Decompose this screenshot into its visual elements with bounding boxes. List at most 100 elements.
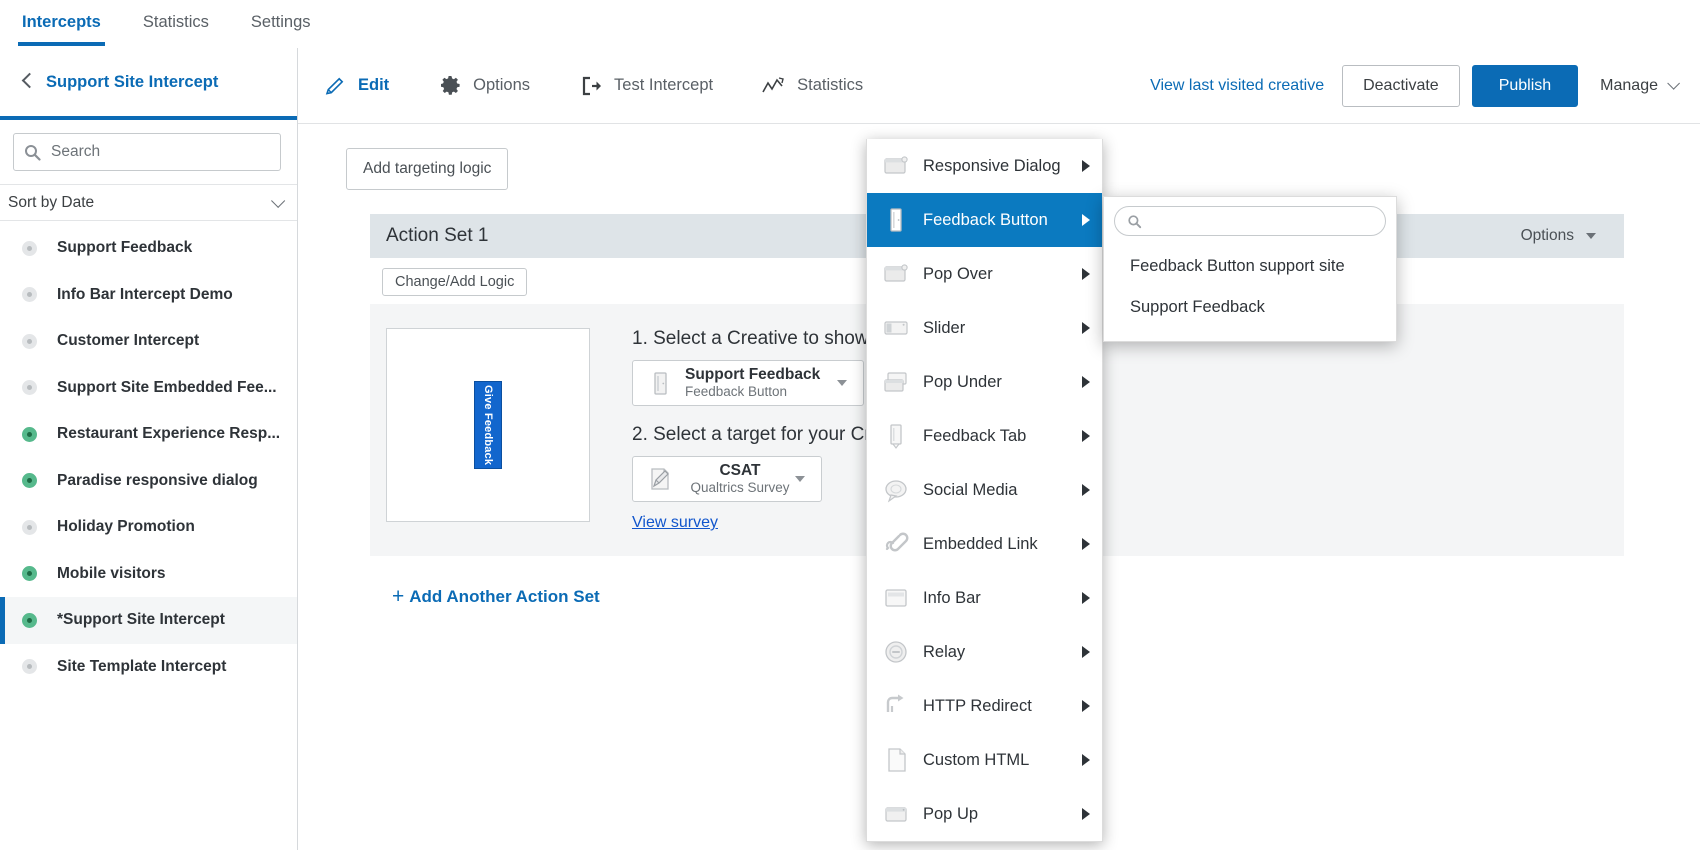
view-survey-link[interactable]: View survey <box>632 514 718 532</box>
add-another-action-set-link[interactable]: + Add Another Action Set <box>392 586 600 607</box>
sort-label: Sort by Date <box>8 194 94 212</box>
creative-selector[interactable]: Support Feedback Feedback Button <box>632 360 864 406</box>
toolbar-statistics[interactable]: Statistics <box>761 73 863 99</box>
toolbar-options[interactable]: Options <box>437 73 530 99</box>
list-item[interactable]: Site Template Intercept <box>0 644 297 691</box>
menu-item-label: Pop Up <box>923 805 978 824</box>
menu-item-slider[interactable]: Slider <box>867 301 1102 355</box>
submenu-arrow-icon <box>1082 484 1090 496</box>
list-item[interactable]: Restaurant Experience Resp... <box>0 411 297 458</box>
main-toolbar: Edit Options Test Intercept <box>298 48 1700 124</box>
list-item[interactable]: Mobile visitors <box>0 551 297 598</box>
submenu-item[interactable]: Feedback Button support site <box>1104 246 1396 287</box>
list-item[interactable]: Customer Intercept <box>0 318 297 365</box>
action-set-options-dropdown[interactable]: Options <box>1521 227 1624 245</box>
trend-line-icon <box>761 73 787 99</box>
submenu-list: Feedback Button support site Support Fee… <box>1104 246 1396 341</box>
status-dot-active <box>22 427 37 442</box>
manage-label: Manage <box>1600 77 1658 95</box>
change-add-logic-button[interactable]: Change/Add Logic <box>382 268 527 296</box>
submenu-arrow-icon <box>1082 538 1090 550</box>
submenu-search-field[interactable] <box>1114 206 1386 236</box>
tab-settings[interactable]: Settings <box>251 0 311 32</box>
action-set-options-label: Options <box>1521 227 1574 245</box>
list-item[interactable]: Info Bar Intercept Demo <box>0 272 297 319</box>
menu-item-label: Feedback Tab <box>923 427 1026 446</box>
manage-dropdown[interactable]: Manage <box>1600 77 1676 95</box>
submenu-search-input[interactable] <box>1148 212 1378 230</box>
submenu-arrow-icon <box>1082 160 1090 172</box>
feedback-button-icon <box>643 366 677 400</box>
sidebar-title[interactable]: Support Site Intercept <box>46 73 218 92</box>
menu-item-label: Relay <box>923 643 965 662</box>
sort-by-date-dropdown[interactable]: Sort by Date <box>0 184 297 221</box>
list-item[interactable]: Paradise responsive dialog <box>0 458 297 505</box>
toolbar-edit-label: Edit <box>358 76 389 95</box>
tab-statistics[interactable]: Statistics <box>143 0 209 32</box>
list-item-label: Info Bar Intercept Demo <box>57 286 233 304</box>
chevron-down-icon <box>1667 77 1680 90</box>
responsive-dialog-icon <box>881 151 911 181</box>
target-selector[interactable]: CSAT Qualtrics Survey <box>632 456 822 502</box>
menu-item-pop-up[interactable]: Pop Up <box>867 787 1102 841</box>
list-item-label: Holiday Promotion <box>57 518 195 536</box>
toolbar-edit[interactable]: Edit <box>322 73 389 99</box>
menu-item-pop-under[interactable]: Pop Under <box>867 355 1102 409</box>
menu-item-http-redirect[interactable]: HTTP Redirect <box>867 679 1102 733</box>
menu-item-pop-over[interactable]: Pop Over <box>867 247 1102 301</box>
list-item-label: Site Template Intercept <box>57 658 226 676</box>
creative-type-menu: Responsive Dialog Feedback Button Pop Ov… <box>866 139 1103 842</box>
gear-icon <box>437 73 463 99</box>
pencil-icon <box>322 73 348 99</box>
target-selector-type: Qualtrics Survey <box>690 480 789 496</box>
list-item-label: *Support Site Intercept <box>57 611 225 629</box>
submenu-arrow-icon <box>1082 268 1090 280</box>
add-another-action-set-label: Add Another Action Set <box>409 587 599 607</box>
deactivate-button[interactable]: Deactivate <box>1342 65 1460 107</box>
list-item[interactable]: Support Feedback <box>0 225 297 272</box>
list-item[interactable]: Support Site Embedded Fee... <box>0 365 297 412</box>
list-item-selected[interactable]: *Support Site Intercept <box>0 597 297 644</box>
toolbar-test-intercept[interactable]: Test Intercept <box>578 73 713 99</box>
toolbar-options-label: Options <box>473 76 530 95</box>
submenu-item[interactable]: Support Feedback <box>1104 287 1396 328</box>
submenu-arrow-icon <box>1082 808 1090 820</box>
publish-button[interactable]: Publish <box>1472 65 1578 107</box>
menu-item-responsive-dialog[interactable]: Responsive Dialog <box>867 139 1102 193</box>
list-item-label: Customer Intercept <box>57 332 199 350</box>
top-tab-bar: Intercepts Statistics Settings <box>0 0 1700 48</box>
add-targeting-logic-button[interactable]: Add targeting logic <box>346 148 508 190</box>
pop-up-icon <box>881 799 911 829</box>
intercept-list: Support Feedback Info Bar Intercept Demo… <box>0 221 297 690</box>
menu-item-label: Responsive Dialog <box>923 157 1061 176</box>
menu-item-label: Pop Over <box>923 265 993 284</box>
search-input[interactable] <box>49 142 229 162</box>
step-2-group: 2. Select a target for your Cr <box>632 424 871 532</box>
list-item-label: Paradise responsive dialog <box>57 472 258 490</box>
tab-intercepts[interactable]: Intercepts <box>22 0 101 32</box>
list-item-label: Restaurant Experience Resp... <box>57 425 280 443</box>
menu-item-label: Embedded Link <box>923 535 1038 554</box>
pop-over-icon <box>881 259 911 289</box>
submenu-arrow-icon <box>1082 430 1090 442</box>
search-field[interactable] <box>13 133 281 171</box>
view-last-visited-creative-link[interactable]: View last visited creative <box>1150 77 1324 95</box>
status-dot-inactive <box>22 520 37 535</box>
submenu-arrow-icon <box>1082 322 1090 334</box>
menu-item-feedback-button[interactable]: Feedback Button <box>867 193 1102 247</box>
status-dot-inactive <box>22 659 37 674</box>
submenu-arrow-icon <box>1082 592 1090 604</box>
list-item[interactable]: Holiday Promotion <box>0 504 297 551</box>
export-icon <box>578 73 604 99</box>
submenu-arrow-icon <box>1082 754 1090 766</box>
step-2-label: 2. Select a target for your Cr <box>632 424 871 446</box>
sidebar-header: Support Site Intercept <box>0 48 297 120</box>
menu-item-relay[interactable]: Relay <box>867 625 1102 679</box>
chevron-left-icon[interactable] <box>16 71 38 93</box>
menu-item-info-bar[interactable]: Info Bar <box>867 571 1102 625</box>
http-redirect-icon <box>881 691 911 721</box>
menu-item-custom-html[interactable]: Custom HTML <box>867 733 1102 787</box>
menu-item-embedded-link[interactable]: Embedded Link <box>867 517 1102 571</box>
menu-item-social-media[interactable]: Social Media <box>867 463 1102 517</box>
menu-item-feedback-tab[interactable]: Feedback Tab <box>867 409 1102 463</box>
